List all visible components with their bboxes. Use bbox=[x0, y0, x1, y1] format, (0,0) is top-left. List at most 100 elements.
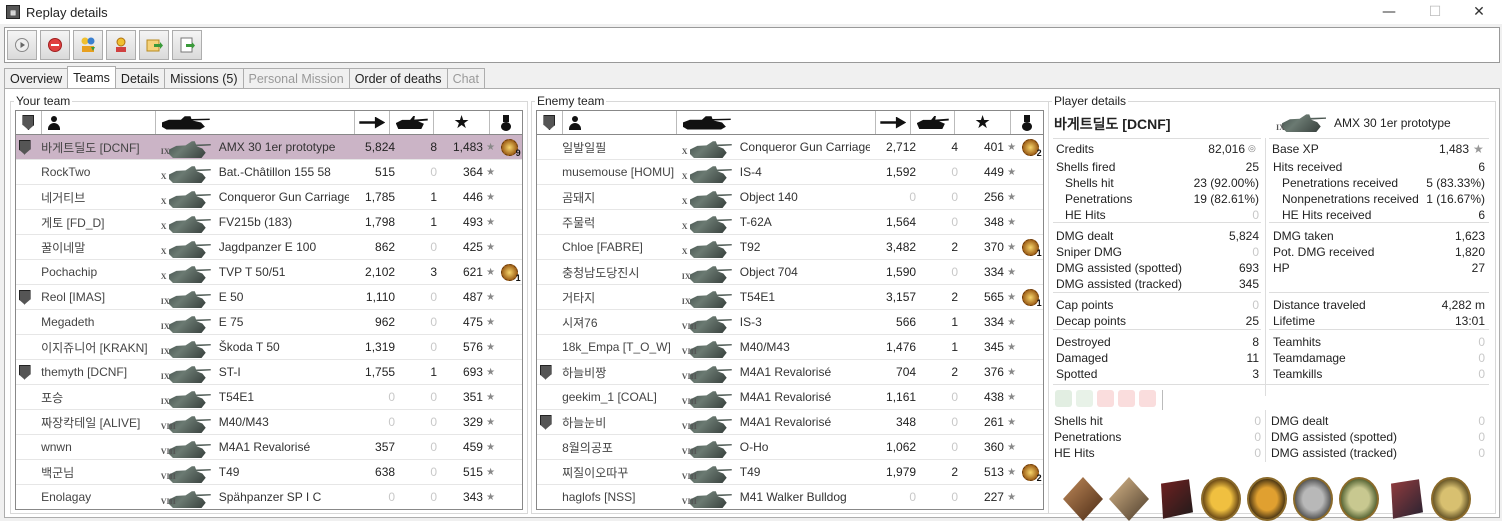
divider bbox=[1265, 138, 1266, 396]
table-row[interactable]: 일발일필 X Conqueror Gun Carriage 2,712 4 401 ★ 2 bbox=[537, 135, 1043, 160]
badge-cell bbox=[16, 185, 33, 209]
table-row[interactable]: 하늘비짱 VIII M4A1 Revalorisé 704 2 376 ★ bbox=[537, 360, 1043, 385]
header-medal[interactable] bbox=[1011, 111, 1043, 134]
tab-details[interactable]: Details bbox=[114, 68, 166, 88]
header-badge[interactable] bbox=[537, 111, 563, 134]
your-team-grid[interactable]: ★ 바게트딜도 [DCNF] IX AMX 30 1er prototype 5,82… bbox=[15, 110, 523, 510]
table-row[interactable]: RockTwo X Bat.-Châtillon 155 58 515 0 364 ★ bbox=[16, 160, 522, 185]
table-row[interactable]: 8월의공포 VIII O-Ho 1,062 0 360 ★ bbox=[537, 435, 1043, 460]
xp-star-icon: ★ bbox=[1007, 416, 1017, 428]
tab-personal-mission[interactable]: Personal Mission bbox=[242, 68, 350, 88]
table-row[interactable]: Pochachip X TVP T 50/51 2,102 3 621 ★ 1 bbox=[16, 260, 522, 285]
tank-tier: VIII bbox=[681, 422, 697, 431]
header-kills[interactable] bbox=[390, 111, 435, 134]
table-row[interactable]: 곰돼지 X Object 140 0 0 256 ★ bbox=[537, 185, 1043, 210]
xp-value: 693 bbox=[462, 365, 483, 379]
table-row[interactable]: 짜장칵테일 [ALIVE] VIII M40/M43 0 0 329 ★ bbox=[16, 410, 522, 435]
tank-name: TVP T 50/51 bbox=[218, 265, 286, 279]
play-button[interactable] bbox=[7, 30, 37, 60]
table-row[interactable]: haglofs [NSS] VIII M41 Walker Bulldog 0 0 227… bbox=[537, 485, 1043, 509]
tank-tier: VIII bbox=[681, 397, 697, 406]
kills-icon bbox=[395, 116, 428, 129]
header-kills[interactable] bbox=[911, 111, 956, 134]
tank-cell: IX Škoda T 50 bbox=[159, 335, 349, 359]
table-row[interactable]: 주물럭 X T-62A 1,564 0 348 ★ bbox=[537, 210, 1043, 235]
export-alt-button[interactable] bbox=[172, 30, 202, 60]
table-row[interactable]: 거타지 IX T54E1 3,157 2 565 ★ 1 bbox=[537, 285, 1043, 310]
header-xp[interactable]: ★ bbox=[955, 111, 1012, 134]
filter-all-icon[interactable] bbox=[1055, 390, 1072, 407]
tab-overview[interactable]: Overview bbox=[4, 68, 69, 88]
tab-missions[interactable]: Missions (5) bbox=[164, 68, 244, 88]
stop-button[interactable] bbox=[40, 30, 70, 60]
table-row[interactable]: Megadeth IX E 75 962 0 475 ★ bbox=[16, 310, 522, 335]
table-row[interactable]: Enolagay VIII Spähpanzer SP I C 0 0 343 ★ bbox=[16, 485, 522, 509]
table-row[interactable]: 이지쥬니어 [KRAKN] IX Škoda T 50 1,319 0 576 ★ bbox=[16, 335, 522, 360]
player-name: haglofs [NSS] bbox=[562, 490, 636, 504]
kills-value: 0 bbox=[951, 165, 959, 179]
table-row[interactable]: 게토 [FD_D] X FV215b (183) 1,798 1 493 ★ bbox=[16, 210, 522, 235]
player-name: 포승 bbox=[41, 390, 64, 405]
kills-value: 1 bbox=[430, 190, 438, 204]
tab-chat[interactable]: Chat bbox=[446, 68, 485, 88]
tank-cell: VIII O-Ho bbox=[680, 435, 870, 459]
table-row[interactable]: 찌질이오따꾸 VIII T49 1,979 2 513 ★ 2 bbox=[537, 460, 1043, 485]
medals-alt-button[interactable] bbox=[106, 30, 136, 60]
header-player[interactable] bbox=[563, 111, 677, 134]
stat-value: 345 bbox=[1238, 277, 1259, 291]
enemy-team-grid[interactable]: ★ 일발일필 X Conqueror Gun Carriage 2,712 4 401 ★ 2… bbox=[536, 110, 1044, 510]
minimize-button[interactable]: — bbox=[1366, 0, 1412, 24]
header-damage[interactable] bbox=[355, 111, 391, 134]
tank-tier: VIII bbox=[160, 422, 176, 431]
xp-star-icon: ★ bbox=[1007, 266, 1017, 278]
header-tank[interactable] bbox=[156, 111, 356, 134]
table-row[interactable]: 하늘눈비 VIII M4A1 Revalorisé 348 0 261 ★ bbox=[537, 410, 1043, 435]
table-row[interactable]: musemouse [HOMU] X IS-4 1,592 0 449 ★ bbox=[537, 160, 1043, 185]
table-row[interactable]: 18k_Empa [T_O_W] VIII M40/M43 1,476 1 345 ★ bbox=[537, 335, 1043, 360]
tank-cell: IX ST-I bbox=[159, 360, 349, 384]
header-medal[interactable] bbox=[490, 111, 522, 134]
table-row[interactable]: 꿀이네말 X Jagdpanzer E 100 862 0 425 ★ bbox=[16, 235, 522, 260]
header-xp[interactable]: ★ bbox=[434, 111, 491, 134]
filter-fire-icon[interactable] bbox=[1139, 390, 1156, 407]
tank-image bbox=[168, 191, 211, 208]
tank-cell: X TVP T 50/51 bbox=[159, 260, 349, 284]
divider bbox=[1053, 222, 1261, 223]
filter-enemy-icon[interactable] bbox=[1097, 390, 1114, 407]
maximize-button[interactable]: ☐ bbox=[1412, 0, 1458, 24]
player-name: themyth [DCNF] bbox=[41, 365, 128, 379]
table-row[interactable]: 포승 IX T54E1 0 0 351 ★ bbox=[16, 385, 522, 410]
table-row[interactable]: 백군님 VIII T49 638 0 515 ★ bbox=[16, 460, 522, 485]
xp-star-icon: ★ bbox=[486, 391, 496, 403]
table-row[interactable]: 바게트딜도 [DCNF] IX AMX 30 1er prototype 5,824 8… bbox=[16, 135, 522, 160]
tab-teams[interactable]: Teams bbox=[67, 66, 116, 88]
medal-cell bbox=[496, 310, 522, 334]
filter-ally-icon[interactable] bbox=[1076, 390, 1093, 407]
toolbar bbox=[4, 27, 1500, 63]
medals-button[interactable] bbox=[73, 30, 103, 60]
header-player[interactable] bbox=[42, 111, 156, 134]
tank-name: IS-3 bbox=[739, 315, 762, 329]
export-button[interactable] bbox=[139, 30, 169, 60]
player-name: 거타지 bbox=[562, 290, 596, 305]
header-tank[interactable] bbox=[677, 111, 877, 134]
table-row[interactable]: Reol [IMAS] IX E 50 1,110 0 487 ★ bbox=[16, 285, 522, 310]
table-row[interactable]: Chloe [FABRE] X T92 3,482 2 370 ★ 1 bbox=[537, 235, 1043, 260]
table-row[interactable]: 충청남도당진시 IX Object 704 1,590 0 334 ★ bbox=[537, 260, 1043, 285]
damage-icon bbox=[359, 116, 386, 129]
tank-name: Object 704 bbox=[739, 265, 798, 279]
table-row[interactable]: 시져76 VIII IS-3 566 1 334 ★ bbox=[537, 310, 1043, 335]
tab-order-of-deaths[interactable]: Order of deaths bbox=[348, 68, 448, 88]
stat-value: 0 bbox=[1254, 430, 1261, 444]
header-badge[interactable] bbox=[16, 111, 42, 134]
xp-value: 513 bbox=[983, 465, 1004, 479]
header-damage[interactable] bbox=[876, 111, 912, 134]
tank-image bbox=[168, 341, 211, 358]
table-row[interactable]: wnwn VIII M4A1 Revalorisé 357 0 459 ★ bbox=[16, 435, 522, 460]
table-row[interactable]: geekim_1 [COAL] VIII M4A1 Revalorisé 1,161 0… bbox=[537, 385, 1043, 410]
close-button[interactable]: ✕ bbox=[1456, 0, 1502, 24]
filter-shot-icon[interactable] bbox=[1118, 390, 1135, 407]
table-row[interactable]: 네거티브 X Conqueror Gun Carriage 1,785 1 446 ★ bbox=[16, 185, 522, 210]
table-row[interactable]: themyth [DCNF] IX ST-I 1,755 1 693 ★ bbox=[16, 360, 522, 385]
tank-name: Conqueror Gun Carriage bbox=[739, 140, 870, 154]
